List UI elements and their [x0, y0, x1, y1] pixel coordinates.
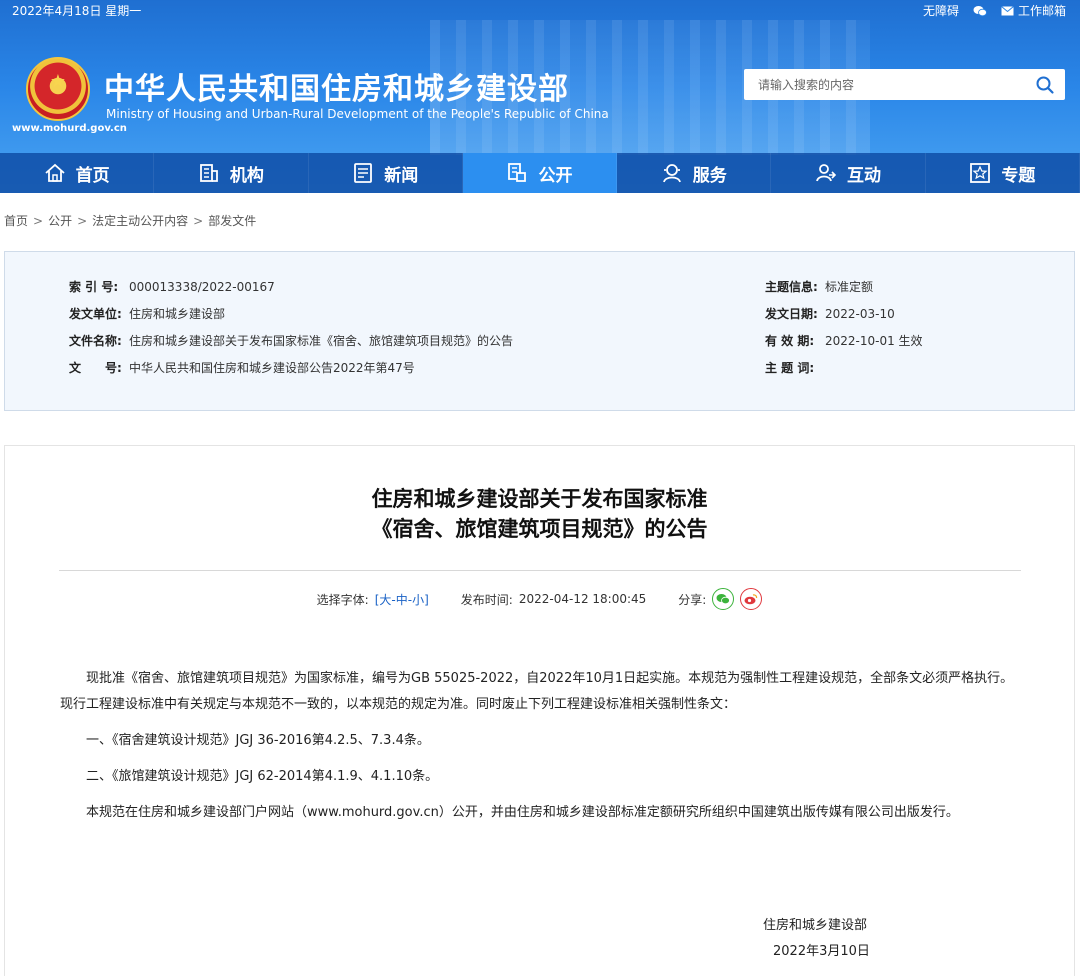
site-url: www.mohurd.gov.cn — [12, 123, 127, 134]
search-input[interactable] — [744, 69, 1028, 100]
info-label: 文 号: — [69, 361, 122, 375]
nav-label: 专题 — [1001, 165, 1036, 186]
info-label: 主 题 词: — [765, 361, 815, 375]
building-icon — [198, 162, 220, 184]
accessibility-link[interactable]: 无障碍 — [923, 2, 959, 19]
font-size-medium[interactable]: 中 — [396, 593, 408, 607]
share-label: 分享: — [678, 592, 707, 607]
nav-item-home[interactable]: 首页 — [0, 153, 155, 193]
info-label: 索 引 号: — [69, 280, 119, 294]
breadcrumb: 首页 > 公开 > 法定主动公开内容 > 部发文件 — [4, 212, 256, 229]
info-value: 住房和城乡建设部 — [129, 307, 226, 321]
info-validity: 有 效 期: 2022-10-01 生效 — [765, 332, 923, 349]
service-icon — [661, 162, 683, 184]
news-icon — [352, 162, 374, 184]
info-value: 000013338/2022-00167 — [129, 279, 275, 294]
info-topic: 主题信息: 标准定额 — [765, 278, 873, 295]
mail-link[interactable]: 工作邮箱 — [1001, 2, 1066, 19]
font-size-small[interactable]: 小 — [412, 593, 424, 607]
article-paragraph: 本规范在住房和城乡建设部门户网站（www.mohurd.gov.cn）公开，并由… — [86, 805, 959, 820]
site-header: 2022年4月18日 星期一 无障碍 工作邮箱 www.mohurd.gov.c… — [0, 0, 1080, 193]
article-paragraph: 一、《宿舍建筑设计规范》JGJ 36-2016第4.2.5、7.3.4条。 — [86, 733, 430, 748]
breadcrumb-separator: > — [77, 214, 88, 228]
article-body: 现批准《宿舍、旅馆建筑项目规范》为国家标准，编号为GB 55025-2022，自… — [60, 666, 1025, 836]
info-label: 主题信息: — [765, 280, 818, 294]
breadcrumb-statutory-content[interactable]: 法定主动公开内容 — [92, 214, 188, 228]
publish-time: 2022-04-12 18:00:45 — [518, 592, 647, 606]
breadcrumb-ministry-documents[interactable]: 部发文件 — [208, 214, 256, 228]
info-issue-date: 发文日期: 2022-03-10 — [765, 305, 895, 322]
article-title: 住房和城乡建设部关于发布国家标准 《宿舍、旅馆建筑项目规范》的公告 — [5, 484, 1074, 544]
home-icon — [44, 162, 66, 184]
info-value: 住房和城乡建设部关于发布国家标准《宿舍、旅馆建筑项目规范》的公告 — [129, 334, 514, 348]
nav-label: 服务 — [692, 165, 727, 186]
info-issuer: 发文单位: 住房和城乡建设部 — [69, 305, 225, 322]
info-label: 有 效 期: — [765, 334, 815, 348]
nav-label: 首页 — [75, 165, 110, 186]
weibo-share-icon[interactable] — [740, 588, 763, 610]
info-label: 发文单位: — [69, 307, 122, 321]
top-links: 无障碍 工作邮箱 — [923, 2, 1066, 19]
article-paragraph: 二、《旅馆建筑设计规范》JGJ 62-2014第4.1.9、4.1.10条。 — [86, 769, 439, 784]
info-keywords: 主 题 词: — [765, 359, 825, 376]
main-nav: 首页 机构 新闻 公开 服务 互动 专题 — [0, 153, 1080, 193]
wechat-share-icon[interactable] — [712, 588, 735, 610]
nav-item-organization[interactable]: 机构 — [154, 153, 309, 193]
nav-label: 互动 — [847, 165, 882, 186]
info-index: 索 引 号: 000013338/2022-00167 — [69, 278, 275, 295]
site-title[interactable]: 中华人民共和国住房和城乡建设部 — [104, 64, 569, 108]
wechat-icon[interactable] — [973, 5, 987, 17]
mail-icon — [1001, 5, 1014, 15]
nav-item-service[interactable]: 服务 — [617, 153, 772, 193]
mail-label: 工作邮箱 — [1017, 4, 1066, 18]
search-icon[interactable] — [1035, 75, 1055, 95]
info-label: 文件名称: — [69, 334, 122, 348]
font-bracket-close: ] — [424, 592, 429, 607]
signature-date: 2022年3月10日 — [773, 944, 870, 959]
info-value: 标准定额 — [825, 280, 874, 294]
article: 住房和城乡建设部关于发布国家标准 《宿舍、旅馆建筑项目规范》的公告 选择字体: … — [4, 445, 1075, 976]
info-label: 发文日期: — [765, 307, 818, 321]
article-title-line1: 住房和城乡建设部关于发布国家标准 — [371, 487, 708, 511]
article-title-line2: 《宿舍、旅馆建筑项目规范》的公告 — [371, 517, 708, 541]
article-meta: 选择字体: [大-中-小] 发布时间: 2022-04-12 18:00:45 … — [5, 588, 1074, 610]
font-size-large[interactable]: 大 — [379, 593, 391, 607]
info-document-number: 文 号: 中华人民共和国住房和城乡建设部公告2022年第47号 — [69, 359, 415, 376]
current-date: 2022年4月18日 星期一 — [12, 4, 142, 18]
breadcrumb-home[interactable]: 首页 — [4, 214, 28, 228]
signature-org: 住房和城乡建设部 — [763, 918, 868, 933]
site-subtitle: Ministry of Housing and Urban-Rural Deve… — [106, 107, 609, 121]
nav-label: 新闻 — [384, 165, 419, 186]
title-divider — [59, 570, 1021, 571]
info-value: 中华人民共和国住房和城乡建设部公告2022年第47号 — [129, 361, 415, 375]
breadcrumb-separator: > — [193, 214, 204, 228]
topic-icon — [969, 162, 991, 184]
publish-time-label: 发布时间: — [460, 592, 513, 607]
top-bar: 2022年4月18日 星期一 无障碍 工作邮箱 — [0, 0, 1080, 20]
search-box — [744, 69, 1065, 100]
breadcrumb-disclosure[interactable]: 公开 — [48, 214, 72, 228]
disclosure-icon — [506, 162, 528, 184]
national-emblem-logo[interactable] — [26, 57, 90, 121]
interaction-icon — [815, 162, 837, 184]
font-size-label: 选择字体: — [316, 592, 369, 607]
article-paragraph: 现批准《宿舍、旅馆建筑项目规范》为国家标准，编号为GB 55025-2022，自… — [60, 671, 1014, 712]
info-value: 2022-03-10 — [825, 306, 895, 321]
info-document-name: 文件名称: 住房和城乡建设部关于发布国家标准《宿舍、旅馆建筑项目规范》的公告 — [69, 332, 513, 349]
nav-label: 公开 — [538, 165, 573, 186]
info-value: 2022-10-01 生效 — [825, 334, 923, 348]
nav-label: 机构 — [229, 165, 264, 186]
nav-item-interaction[interactable]: 互动 — [771, 153, 926, 193]
nav-item-news[interactable]: 新闻 — [308, 153, 463, 193]
nav-item-disclosure[interactable]: 公开 — [462, 153, 618, 193]
nav-item-topic[interactable]: 专题 — [925, 153, 1080, 193]
document-info-panel: 索 引 号: 000013338/2022-00167 发文单位: 住房和城乡建… — [4, 251, 1075, 411]
breadcrumb-separator: > — [33, 214, 44, 228]
font-size-selector: [大-中-小] — [375, 591, 429, 608]
